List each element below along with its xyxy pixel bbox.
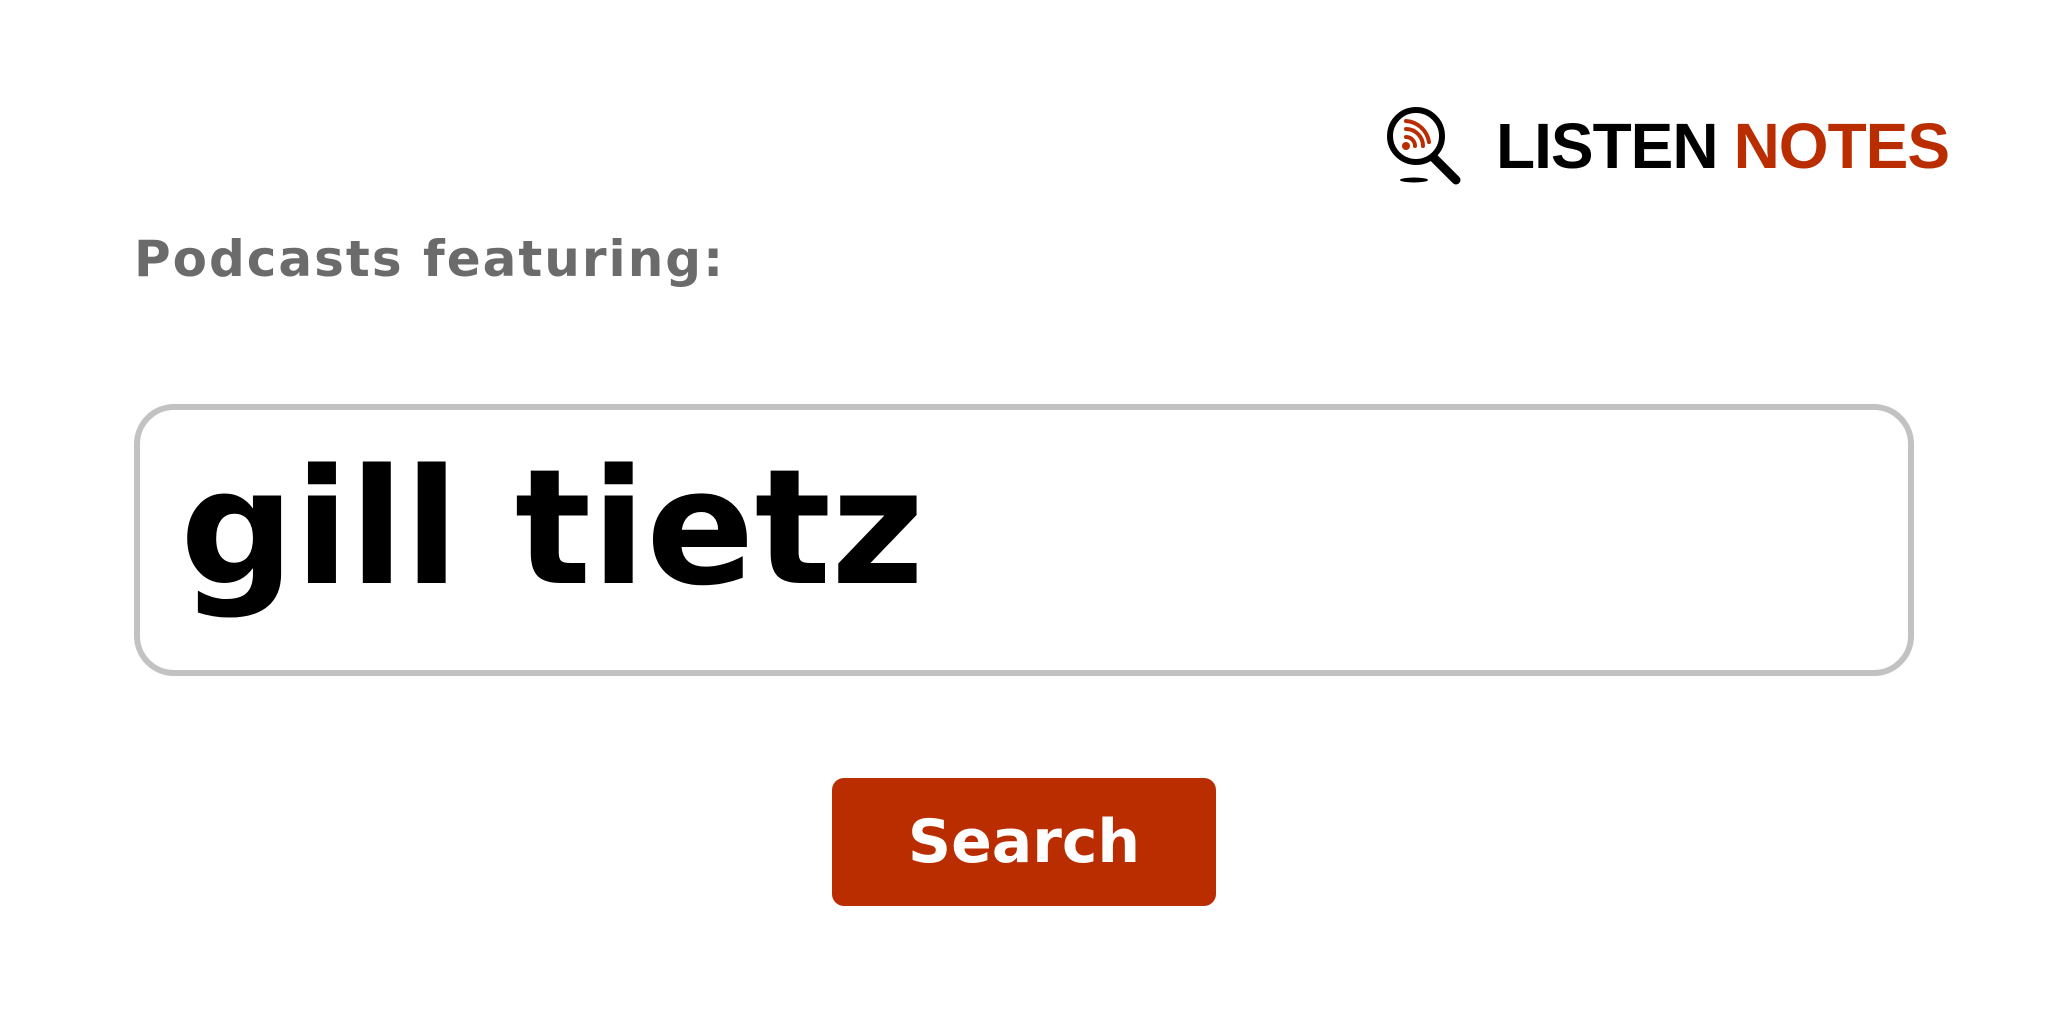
- listen-notes-logo[interactable]: LISTEN NOTES: [1384, 104, 1950, 188]
- page-heading: Podcasts featuring:: [134, 230, 726, 288]
- logo-word-listen: LISTEN: [1496, 110, 1719, 182]
- search-box[interactable]: [134, 404, 1914, 676]
- search-input[interactable]: [180, 433, 1868, 621]
- search-button[interactable]: Search: [832, 778, 1216, 906]
- podcast-search-icon: [1387, 107, 1461, 185]
- page: LISTENNOTES Podcasts featuring: Search: [0, 0, 2048, 1024]
- logo-word-notes: NOTES: [1733, 110, 1950, 182]
- logo-wordmark: LISTEN NOTES: [1496, 114, 1950, 178]
